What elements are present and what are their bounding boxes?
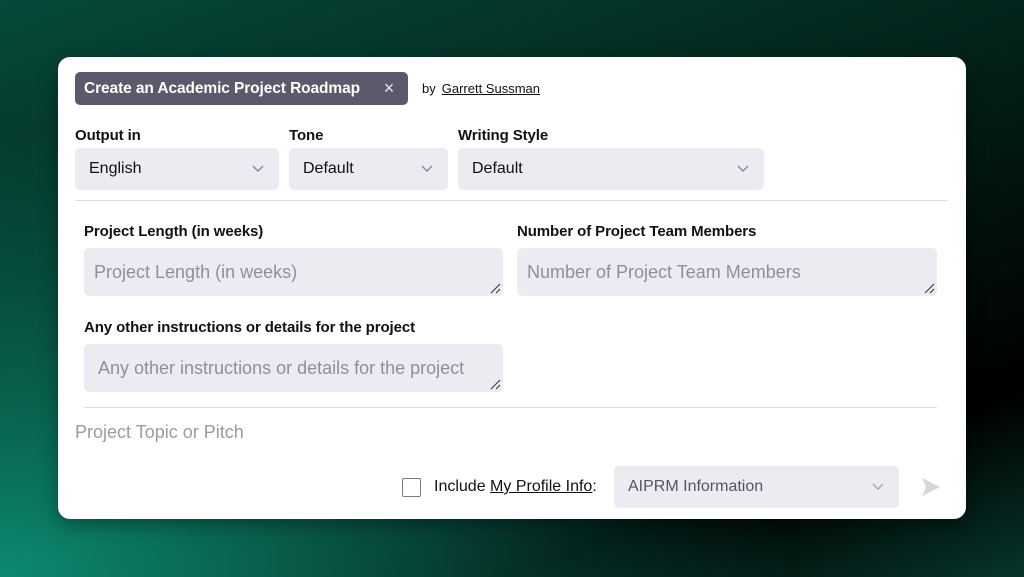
prompt-form-card: Create an Academic Project Roadmap × by G… <box>58 57 966 519</box>
resize-handle-icon[interactable] <box>489 378 501 390</box>
author-byline: by Garrett Sussman <box>422 81 540 96</box>
team-members-placeholder: Number of Project Team Members <box>527 261 801 282</box>
details-input[interactable]: Any other instructions or details for th… <box>84 344 503 392</box>
chevron-down-icon <box>872 483 884 491</box>
tone-select[interactable]: Default <box>289 148 448 190</box>
divider <box>75 200 947 201</box>
divider <box>84 407 937 408</box>
chevron-down-icon <box>421 165 433 173</box>
details-label: Any other instructions or details for th… <box>84 319 415 336</box>
details-placeholder: Any other instructions or details for th… <box>98 357 465 378</box>
colon-text: : <box>592 478 597 495</box>
profile-info-value: AIPRM Information <box>628 478 764 495</box>
by-label: by <box>422 81 436 96</box>
team-members-input[interactable]: Number of Project Team Members <box>517 248 937 296</box>
tone-label: Tone <box>289 127 324 144</box>
project-length-input[interactable]: Project Length (in weeks) <box>84 248 503 296</box>
include-profile-checkbox[interactable] <box>402 478 421 497</box>
include-text: Include <box>434 478 486 495</box>
team-members-label: Number of Project Team Members <box>517 223 757 240</box>
writing-style-label: Writing Style <box>458 127 549 144</box>
project-length-label: Project Length (in weeks) <box>84 223 264 240</box>
my-profile-info-link[interactable]: My Profile Info <box>490 478 592 495</box>
prompt-title-chip: Create an Academic Project Roadmap × <box>75 72 408 105</box>
chevron-down-icon <box>252 165 264 173</box>
output-label: Output in <box>75 127 141 144</box>
prompt-textarea[interactable]: Project Topic or Pitch <box>75 422 244 443</box>
output-language-select[interactable]: English <box>75 148 279 190</box>
project-length-placeholder: Project Length (in weeks) <box>94 261 298 282</box>
author-link[interactable]: Garrett Sussman <box>442 81 540 96</box>
profile-info-select[interactable]: AIPRM Information <box>614 466 899 508</box>
send-icon[interactable] <box>920 476 942 498</box>
close-icon[interactable]: × <box>381 79 397 97</box>
writing-style-value: Default <box>472 160 523 177</box>
resize-handle-icon[interactable] <box>923 282 935 294</box>
tone-value: Default <box>303 160 354 177</box>
chevron-down-icon <box>737 165 749 173</box>
prompt-title: Create an Academic Project Roadmap <box>84 79 360 97</box>
include-profile-label: Include My Profile Info: <box>434 478 597 496</box>
output-language-value: English <box>89 160 142 177</box>
resize-handle-icon[interactable] <box>489 282 501 294</box>
writing-style-select[interactable]: Default <box>458 148 764 190</box>
